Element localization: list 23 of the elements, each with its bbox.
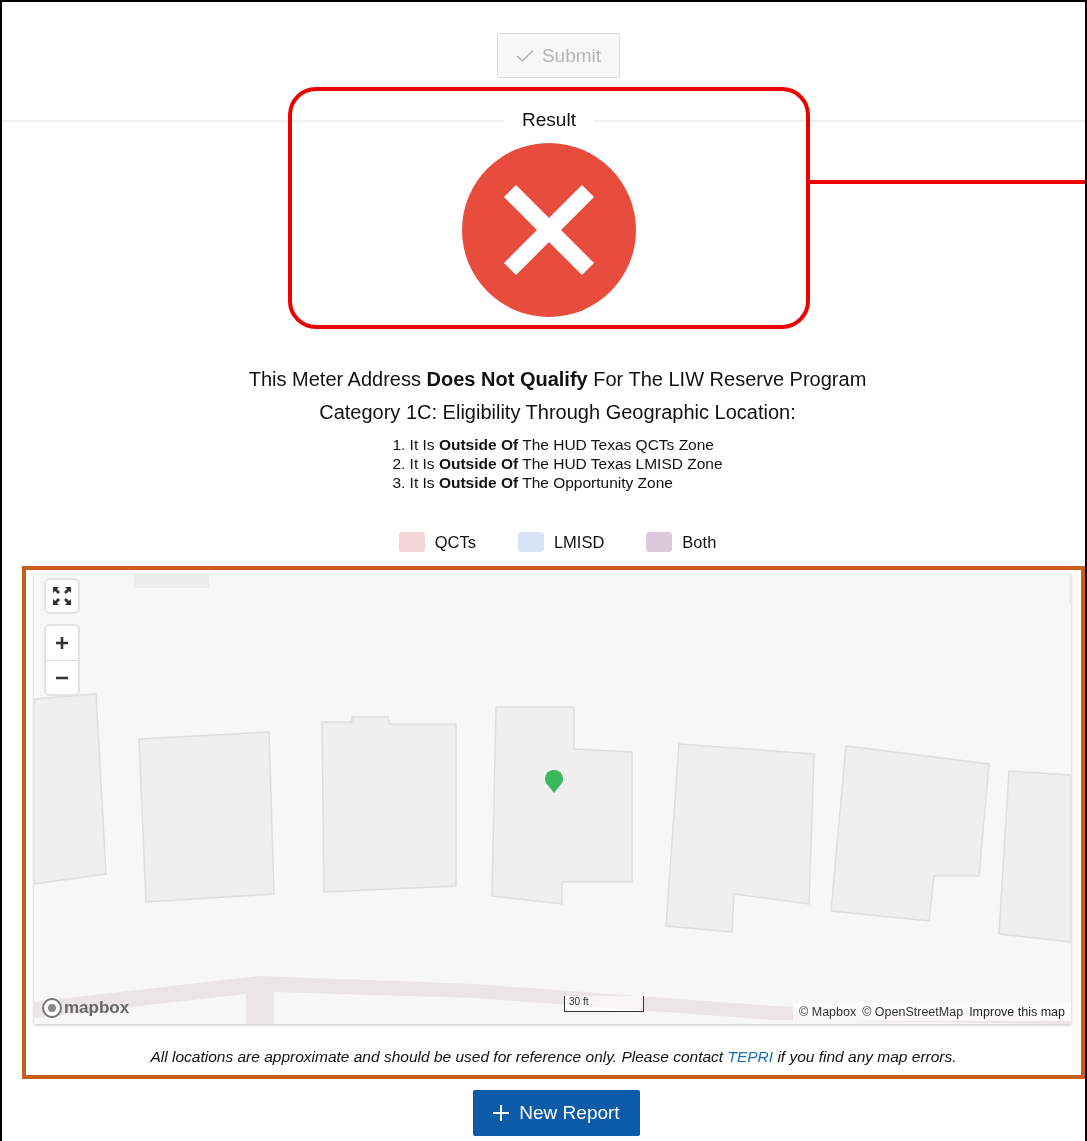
result-headline: This Meter Address Does Not Qualify For The LIW Reserve Program [248, 367, 867, 392]
map-disclaimer: All locations are approximate and should be used for reference only. Please contact TEPRI if you find any map errors. [149, 1048, 958, 1066]
attribution-link[interactable]: © OpenStreetMap [862, 1005, 964, 1019]
scale-bar: 30 ft [564, 996, 644, 1012]
legend-label: LMISD [553, 532, 605, 552]
legend-label: Both [682, 532, 717, 552]
reason-text: 2. It Is Outside Of The HUD Texas LMISD Zone [392, 454, 723, 473]
tepri-link[interactable]: TEPRI [727, 1048, 774, 1065]
zoom-out-button[interactable] [46, 660, 78, 694]
attribution-link[interactable]: © Mapbox [799, 1005, 857, 1019]
attribution-link[interactable]: Improve this map [969, 1005, 1065, 1019]
fullscreen-icon [51, 585, 73, 607]
check-icon [515, 48, 534, 63]
plus-icon [493, 1105, 510, 1121]
reason-text: 3. It Is Outside Of The Opportunity Zone [392, 473, 674, 492]
category-title: Category 1C: Eligibility Through Geographic Location: [319, 400, 796, 425]
new-report-button[interactable]: New Report [473, 1090, 640, 1136]
fullscreen-button[interactable] [44, 578, 80, 614]
plus-icon [55, 636, 69, 650]
map-logo-text: mapbox [64, 998, 130, 1018]
map-pin-icon [544, 770, 564, 794]
legend-label: QCTs [434, 532, 476, 552]
reason-text: 1. It Is Outside Of The HUD Texas QCTs Zone [392, 435, 715, 454]
